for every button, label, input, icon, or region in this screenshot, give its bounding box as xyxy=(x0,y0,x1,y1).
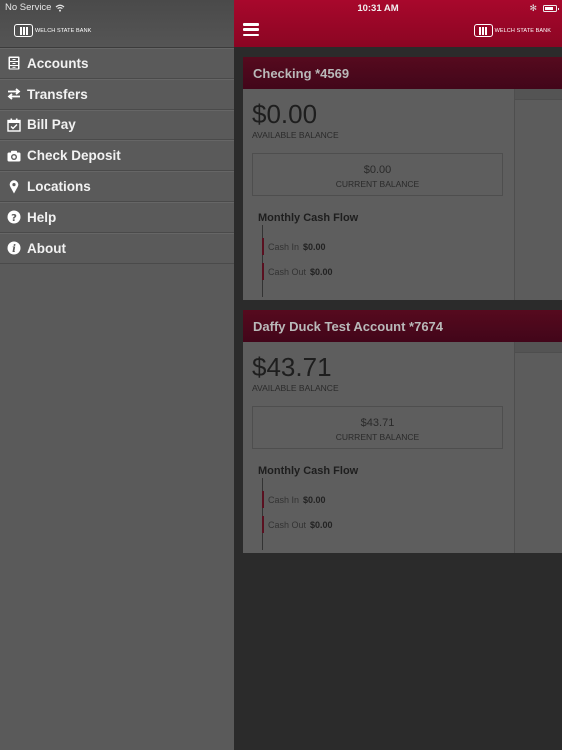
current-balance-label: CURRENT BALANCE xyxy=(335,432,420,442)
bank-logo: WELCH STATE BANK xyxy=(14,24,91,37)
cash-in-bar xyxy=(262,491,264,508)
sidebar-item-label: Check Deposit xyxy=(27,148,121,164)
sidebar-item-label: About xyxy=(27,240,66,256)
map-pin-icon xyxy=(7,179,21,194)
cash-in-value: $0.00 xyxy=(303,241,326,252)
cash-out-label: Cash Out xyxy=(268,519,307,530)
cash-in-label: Cash In xyxy=(268,494,300,505)
current-balance-value: $0.00 xyxy=(363,164,392,176)
account-detail-panel xyxy=(514,89,562,300)
status-bar-left: No Service xyxy=(5,2,65,13)
hamburger-icon-bar xyxy=(243,33,259,36)
camera-icon xyxy=(7,149,21,163)
wifi-icon xyxy=(56,4,65,12)
sidebar-menu: No Service WELCH STATE BANK Accounts Tra… xyxy=(0,0,234,750)
cash-in-label: Cash In xyxy=(268,241,300,252)
sidebar-item-label: Transfers xyxy=(27,86,88,102)
main-content: 10:31 AM ✻ WELCH STATE BANK Checking *45… xyxy=(234,0,562,750)
current-balance-box: $0.00 CURRENT BALANCE xyxy=(252,153,503,196)
account-card-body: $0.00 AVAILABLE BALANCE $0.00 CURRENT BA… xyxy=(243,89,562,300)
hamburger-icon-bar xyxy=(243,28,259,31)
cash-in-bar xyxy=(262,238,264,255)
sidebar-item-locations[interactable]: Locations xyxy=(0,171,234,202)
sidebar-item-bill-pay[interactable]: Bill Pay xyxy=(0,109,234,141)
current-balance-value: $43.71 xyxy=(360,417,395,429)
svg-text:i: i xyxy=(12,244,16,255)
account-card-header[interactable]: Daffy Duck Test Account *7674 xyxy=(243,310,562,342)
current-balance-box: $43.71 CURRENT BALANCE xyxy=(252,406,503,449)
question-circle-icon: ? xyxy=(7,210,21,224)
cash-flow-title: Monthly Cash Flow xyxy=(258,465,359,477)
status-time: 10:31 AM xyxy=(357,3,399,14)
carrier-text: No Service xyxy=(5,2,52,13)
menu-toggle-button[interactable] xyxy=(243,23,259,36)
sidebar-item-label: Bill Pay xyxy=(27,117,76,133)
available-balance-label: AVAILABLE BALANCE xyxy=(252,383,339,393)
file-cabinet-icon xyxy=(7,56,21,70)
cash-in-row: Cash In $0.00 xyxy=(262,238,326,255)
available-balance-label: AVAILABLE BALANCE xyxy=(252,130,339,140)
sidebar-item-check-deposit[interactable]: Check Deposit xyxy=(0,140,234,172)
status-bar-right: ✻ xyxy=(529,3,559,14)
account-card[interactable]: Checking *4569 $0.00 AVAILABLE BALANCE $… xyxy=(243,57,562,300)
cash-in-row: Cash In $0.00 xyxy=(262,491,326,508)
sidebar-item-label: Help xyxy=(27,209,57,225)
cash-flow-title: Monthly Cash Flow xyxy=(258,212,359,224)
sidebar-item-transfers[interactable]: Transfers xyxy=(0,78,234,110)
transfer-arrows-icon xyxy=(7,87,21,101)
cash-out-label: Cash Out xyxy=(268,266,307,277)
bank-logo-mark xyxy=(473,24,493,37)
account-title: Checking *4569 xyxy=(253,65,350,81)
account-card-header[interactable]: Checking *4569 xyxy=(243,57,562,89)
cash-out-row: Cash Out $0.00 xyxy=(262,516,333,533)
account-card-body: $43.71 AVAILABLE BALANCE $43.71 CURRENT … xyxy=(243,342,562,553)
bank-logo: WELCH STATE BANK xyxy=(473,24,551,37)
available-balance-value: $0.00 xyxy=(252,99,318,129)
cash-flow-axis xyxy=(262,478,263,550)
bank-logo-text: WELCH STATE BANK xyxy=(494,27,551,34)
account-card[interactable]: Daffy Duck Test Account *7674 $43.71 AVA… xyxy=(243,310,562,553)
bank-logo-mark xyxy=(14,24,33,37)
sidebar-item-help[interactable]: ? Help xyxy=(0,201,234,233)
cash-out-bar xyxy=(262,263,264,280)
battery-icon xyxy=(543,5,559,12)
cash-out-bar xyxy=(262,516,264,533)
app-root: No Service WELCH STATE BANK Accounts Tra… xyxy=(0,0,562,750)
hamburger-icon-bar xyxy=(243,23,259,26)
current-balance-label: CURRENT BALANCE xyxy=(335,179,420,189)
top-navigation-bar: 10:31 AM ✻ WELCH STATE BANK xyxy=(234,0,562,47)
account-title: Daffy Duck Test Account *7674 xyxy=(253,318,444,334)
svg-text:?: ? xyxy=(11,213,17,224)
cash-in-value: $0.00 xyxy=(303,494,326,505)
sidebar-item-label: Locations xyxy=(27,179,91,195)
sidebar-item-accounts[interactable]: Accounts xyxy=(0,48,234,79)
bluetooth-icon: ✻ xyxy=(529,3,537,13)
sidebar-item-label: Accounts xyxy=(27,55,89,71)
cash-out-value: $0.00 xyxy=(310,519,333,530)
cash-out-row: Cash Out $0.00 xyxy=(262,263,333,280)
info-circle-icon: i xyxy=(7,241,21,255)
available-balance-value: $43.71 xyxy=(252,352,332,382)
account-detail-panel xyxy=(514,342,562,553)
bank-logo-text: WELCH STATE BANK xyxy=(35,27,92,34)
calendar-check-icon xyxy=(7,118,21,132)
cash-out-value: $0.00 xyxy=(310,266,333,277)
cash-flow-axis xyxy=(262,225,263,297)
sidebar-item-about[interactable]: i About xyxy=(0,232,234,264)
